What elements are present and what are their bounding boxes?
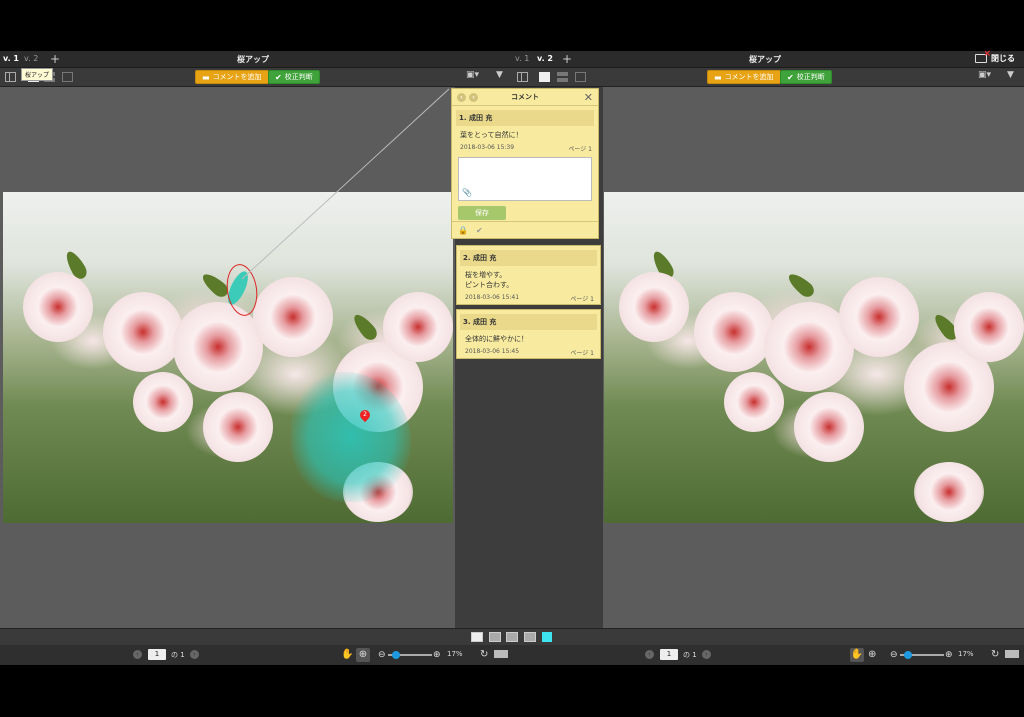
paperclip-icon[interactable]: 📎 (462, 188, 472, 197)
prev-comment-icon[interactable]: ‹ (457, 93, 466, 102)
comment-1-meta: 2018-03-06 15:39 ページ 1 (452, 142, 598, 155)
proof-viewer: v. 1 v. 2 + 桜アップ v. 1 v. 2 + 桜アップ 閉じる ▬ … (0, 49, 1024, 665)
lock-icon[interactable]: 🔒 (458, 226, 468, 235)
reply-input[interactable]: 📎 (458, 157, 592, 201)
tooltip: 桜アップ (21, 68, 54, 81)
comment-popup-title: コメント (511, 93, 539, 101)
close-icon[interactable]: ✕ (584, 91, 593, 104)
comment-popup-header: ‹ › コメント ✕ (452, 89, 598, 106)
comment-popup-footer: 🔒 ✔ (452, 221, 598, 238)
comment-1-date: 2018-03-06 15:39 (460, 144, 515, 151)
comment-1-page: ページ 1 (568, 146, 592, 153)
comment-popup: ‹ › コメント ✕ 1. 成田 充 葉をとって自然に！ 2018-03-06 … (451, 88, 599, 239)
comment-1-body: 葉をとって自然に！ (460, 131, 523, 139)
check-icon[interactable]: ✔ (476, 226, 483, 235)
comment-1-title: 1. 成田 充 (456, 110, 594, 126)
next-comment-icon[interactable]: › (469, 93, 478, 102)
save-button[interactable]: 保存 (458, 206, 506, 220)
